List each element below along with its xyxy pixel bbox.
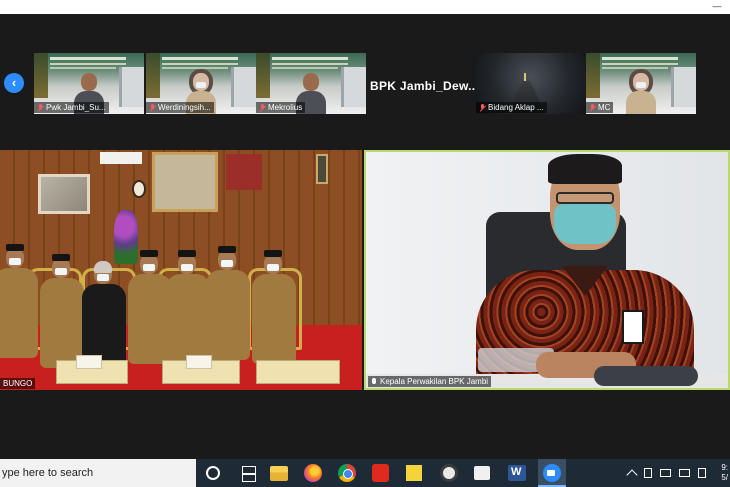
attendee	[40, 254, 84, 368]
participant-tile[interactable]: BPK Jambi_Dew...	[366, 53, 476, 114]
participant-name-label: Kepala Perwakilan BPK Jambi	[368, 376, 492, 387]
taskbar-search-input[interactable]: ype here to search	[0, 459, 196, 487]
active-speaker-video-tile[interactable]: Kepala Perwakilan BPK Jambi	[364, 150, 730, 390]
room-video-tile[interactable]: BUNGO	[0, 150, 362, 390]
participant-name-label: BUNGO	[0, 378, 36, 389]
notice-board	[152, 152, 218, 212]
mic-muted-icon	[479, 103, 486, 112]
participant-name-label: Mekrolius	[256, 102, 306, 113]
attendee	[166, 250, 210, 364]
conference-speakerphone	[594, 366, 698, 386]
face-mask	[554, 204, 616, 244]
snipping-tool-icon[interactable]	[474, 466, 490, 480]
participant-name-label: MC	[586, 102, 614, 113]
attendee	[0, 244, 38, 358]
word-icon[interactable]	[508, 465, 526, 481]
battery-icon[interactable]	[660, 469, 671, 477]
glasses	[556, 192, 614, 204]
chrome-icon[interactable]	[338, 464, 356, 482]
zoom-meeting-window: — ‹ Pwk Jambi_Su... Werdiningsih... Mekr…	[0, 0, 730, 459]
windows-taskbar: ype here to search 9: 5/	[0, 459, 730, 487]
red-doorway	[226, 154, 262, 190]
participant-tile[interactable]: Mekrolius	[256, 53, 366, 114]
mic-muted-icon	[589, 103, 596, 112]
participant-name-label: Pwk Jambi_Su...	[34, 102, 109, 113]
zoom-icon[interactable]	[538, 459, 566, 487]
participant-name-label: Bidang Aklap ...	[476, 102, 547, 113]
microphone-icon[interactable]	[644, 468, 652, 478]
taskbar-clock[interactable]: 9: 5/	[714, 463, 728, 483]
clock-time: 9:	[721, 463, 728, 472]
id-badge	[622, 310, 644, 344]
obs-icon[interactable]	[440, 464, 458, 482]
volume-icon[interactable]	[698, 468, 706, 478]
firefox-icon[interactable]	[304, 464, 322, 482]
mic-icon	[371, 377, 377, 386]
participant-tile[interactable]: Bidang Aklap ...	[476, 53, 586, 114]
sticky-notes-icon[interactable]	[406, 465, 422, 481]
air-conditioner	[100, 152, 142, 164]
task-view-icon[interactable]	[238, 463, 258, 483]
clock-date: 5/	[721, 473, 728, 482]
title-bar: —	[0, 0, 730, 14]
acrobat-icon[interactable]	[372, 464, 389, 482]
participant-thumbnail-strip: ‹ Pwk Jambi_Su... Werdiningsih... Mekrol…	[0, 50, 730, 116]
previous-page-button[interactable]: ‹	[4, 73, 24, 93]
participant-tile[interactable]: Pwk Jambi_Su...	[34, 53, 144, 114]
attendee	[206, 246, 250, 360]
minimize-button[interactable]: —	[712, 2, 722, 12]
mic-muted-icon	[259, 103, 266, 112]
cortana-icon[interactable]	[206, 466, 220, 480]
system-tray: 9: 5/	[626, 459, 730, 487]
mic-muted-icon	[149, 103, 156, 112]
attendee	[252, 250, 296, 364]
participant-name-label: Werdiningsih...	[146, 102, 214, 113]
wall-frame	[316, 154, 328, 184]
file-explorer-icon[interactable]	[270, 466, 288, 481]
table	[256, 360, 340, 384]
wall-clock	[132, 180, 146, 198]
wall-window	[38, 174, 90, 214]
participant-tile[interactable]: Werdiningsih...	[146, 53, 256, 114]
show-hidden-icons-chevron-icon[interactable]	[626, 469, 638, 481]
participant-name-placeholder: BPK Jambi_Dew...	[370, 79, 476, 93]
mic-muted-icon	[37, 103, 44, 112]
participant-video	[626, 71, 656, 114]
participant-tile[interactable]: MC	[586, 53, 696, 114]
network-icon[interactable]	[679, 469, 690, 477]
